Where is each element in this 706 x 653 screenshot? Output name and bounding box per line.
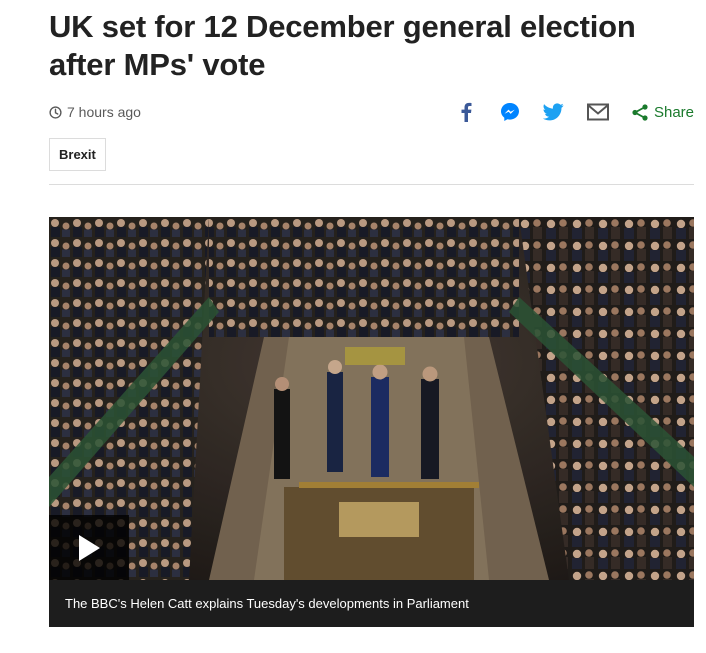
share-icon xyxy=(632,103,648,121)
video-player[interactable]: The BBC's Helen Catt explains Tuesday's … xyxy=(49,217,694,627)
topic-tag-brexit[interactable]: Brexit xyxy=(49,138,106,171)
clock-icon xyxy=(49,105,62,119)
timestamp-text: 7 hours ago xyxy=(67,104,141,120)
twitter-share-button[interactable] xyxy=(542,100,566,124)
share-tools: Share xyxy=(434,100,694,124)
commons-chamber-image xyxy=(49,217,694,580)
play-icon xyxy=(79,534,100,561)
article-meta-row: 7 hours ago Share xyxy=(49,100,694,124)
email-share-button[interactable] xyxy=(586,100,610,124)
video-caption-bar: The BBC's Helen Catt explains Tuesday's … xyxy=(49,580,694,627)
messenger-share-button[interactable] xyxy=(498,100,522,124)
facebook-icon xyxy=(461,102,472,122)
video-caption: The BBC's Helen Catt explains Tuesday's … xyxy=(65,596,469,611)
messenger-icon xyxy=(500,103,519,121)
share-button[interactable]: Share xyxy=(632,104,694,121)
email-icon xyxy=(586,103,609,121)
play-button[interactable] xyxy=(49,515,129,580)
divider xyxy=(49,184,694,185)
facebook-share-button[interactable] xyxy=(454,100,478,124)
article-headline: UK set for 12 December general election … xyxy=(49,9,636,82)
share-label: Share xyxy=(653,103,694,121)
twitter-icon xyxy=(543,103,565,121)
timestamp: 7 hours ago xyxy=(49,104,141,120)
